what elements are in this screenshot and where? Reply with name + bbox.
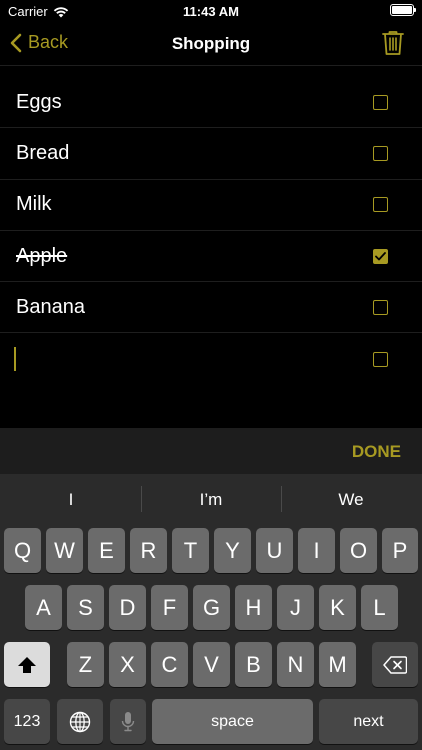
item-checkbox[interactable]: [373, 351, 388, 367]
key-k[interactable]: K: [319, 585, 356, 630]
keyboard: I I’m We Q W E R T Y U I O P A S D F G H…: [0, 474, 422, 750]
battery-icon: [390, 4, 416, 16]
key-m[interactable]: M: [319, 642, 356, 687]
key-l[interactable]: L: [361, 585, 398, 630]
suggestion-bar: I I’m We: [0, 474, 422, 524]
status-time: 11:43 AM: [183, 4, 239, 19]
key-b[interactable]: B: [235, 642, 272, 687]
key-h[interactable]: H: [235, 585, 272, 630]
item-checkbox-checked[interactable]: [373, 248, 388, 264]
key-p[interactable]: P: [382, 528, 418, 573]
key-s[interactable]: S: [67, 585, 104, 630]
text-cursor: [14, 347, 16, 372]
globe-key[interactable]: [57, 699, 103, 744]
next-key[interactable]: next: [319, 699, 418, 744]
dictation-key[interactable]: [110, 699, 146, 744]
shift-icon: [18, 656, 36, 673]
new-item-row[interactable]: [0, 333, 422, 384]
globe-icon: [69, 711, 91, 732]
key-t[interactable]: T: [172, 528, 209, 573]
trash-icon: [382, 31, 404, 55]
navigation-bar: Back Shopping: [0, 22, 422, 66]
suggestion[interactable]: We: [281, 490, 421, 510]
done-button[interactable]: DONE: [352, 442, 401, 462]
key-o[interactable]: O: [340, 528, 377, 573]
delete-key[interactable]: [372, 642, 418, 687]
key-c[interactable]: C: [151, 642, 188, 687]
key-z[interactable]: Z: [67, 642, 104, 687]
item-label[interactable]: Bread: [16, 142, 69, 165]
list-item[interactable]: Apple: [0, 231, 422, 283]
item-label[interactable]: Eggs: [16, 91, 62, 114]
microphone-icon: [121, 711, 135, 731]
key-n[interactable]: N: [277, 642, 314, 687]
key-i[interactable]: I: [298, 528, 335, 573]
item-label[interactable]: Apple: [16, 245, 67, 268]
key-v[interactable]: V: [193, 642, 230, 687]
key-d[interactable]: D: [109, 585, 146, 630]
item-checkbox[interactable]: [373, 299, 388, 315]
space-key[interactable]: space: [152, 699, 313, 744]
list-item[interactable]: Bread: [0, 128, 422, 180]
item-checkbox[interactable]: [373, 145, 388, 161]
checkmark-icon: [375, 251, 386, 260]
key-x[interactable]: X: [109, 642, 146, 687]
shopping-list: Eggs Bread Milk Apple Banana: [0, 77, 422, 385]
numbers-key[interactable]: 123: [4, 699, 50, 744]
suggestion[interactable]: I’m: [141, 490, 281, 510]
item-checkbox[interactable]: [373, 197, 388, 213]
key-j[interactable]: J: [277, 585, 314, 630]
key-q[interactable]: Q: [4, 528, 41, 573]
suggestion[interactable]: I: [1, 490, 141, 510]
key-f[interactable]: F: [151, 585, 188, 630]
delete-list-button[interactable]: [382, 30, 404, 61]
key-g[interactable]: G: [193, 585, 230, 630]
item-checkbox[interactable]: [373, 94, 388, 110]
key-u[interactable]: U: [256, 528, 293, 573]
status-bar: Carrier 11:43 AM: [0, 0, 422, 22]
list-item[interactable]: Eggs: [0, 77, 422, 129]
key-a[interactable]: A: [25, 585, 62, 630]
key-r[interactable]: R: [130, 528, 167, 573]
item-label[interactable]: Milk: [16, 193, 52, 216]
page-title: Shopping: [171, 34, 251, 53]
keyboard-accessory-bar: DONE: [0, 428, 422, 474]
backspace-icon: [383, 655, 407, 674]
item-label[interactable]: Banana: [16, 296, 85, 319]
key-w[interactable]: W: [46, 528, 83, 573]
list-item[interactable]: Milk: [0, 180, 422, 231]
key-e[interactable]: E: [88, 528, 125, 573]
key-y[interactable]: Y: [214, 528, 251, 573]
list-item[interactable]: Banana: [0, 282, 422, 334]
shift-key[interactable]: [4, 642, 50, 687]
